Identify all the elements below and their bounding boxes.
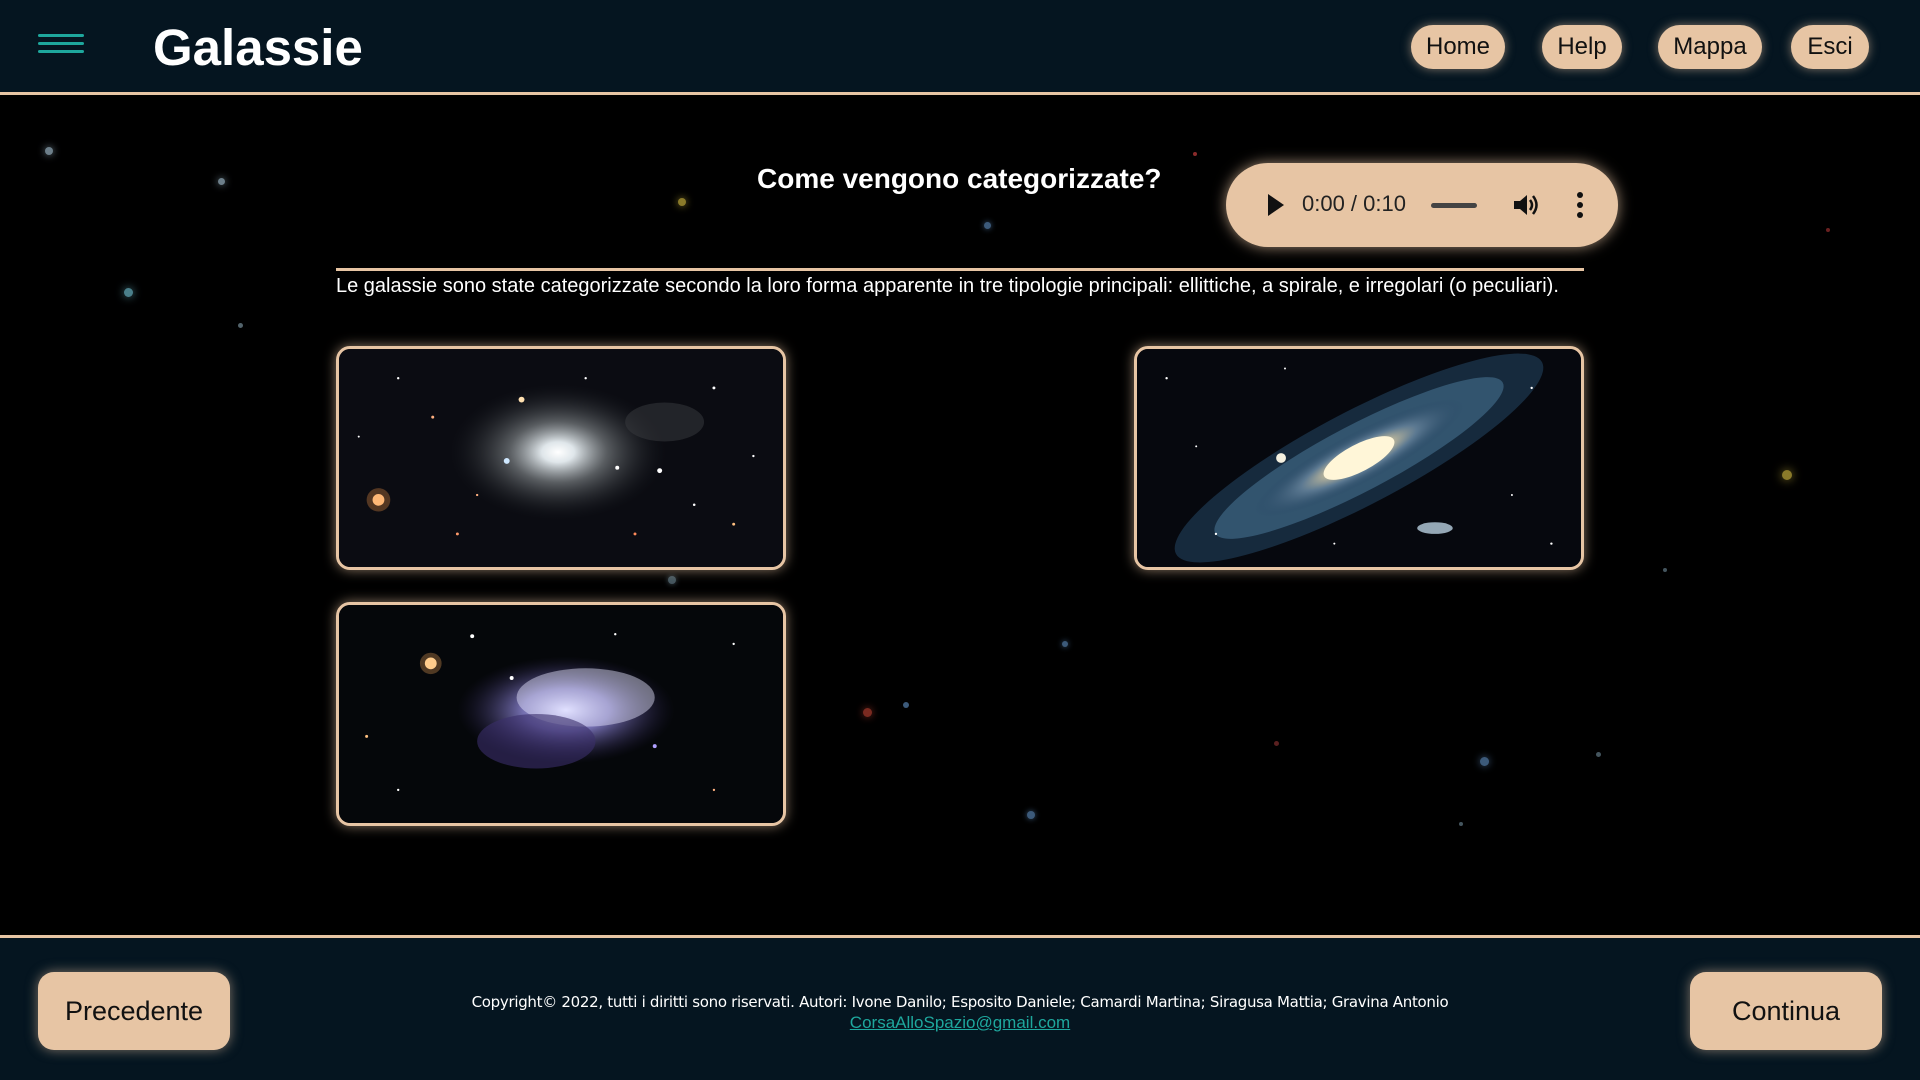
page-title: Galassie — [153, 19, 363, 76]
esci-button[interactable]: Esci — [1791, 25, 1869, 69]
volume-icon[interactable] — [1512, 192, 1540, 218]
help-button[interactable]: Help — [1542, 25, 1622, 69]
play-icon[interactable] — [1268, 194, 1284, 216]
home-button[interactable]: Home — [1411, 25, 1505, 69]
hamburger-menu-icon[interactable] — [38, 34, 84, 56]
intro-paragraph: Le galassie sono state categorizzate sec… — [336, 268, 1584, 298]
irregular-galaxy-image — [336, 602, 786, 826]
continue-button[interactable]: Continua — [1690, 972, 1882, 1050]
mappa-button[interactable]: Mappa — [1658, 25, 1762, 69]
footer-bar: Precedente Copyright© 2022, tutti i diri… — [0, 935, 1920, 1080]
previous-button[interactable]: Precedente — [38, 972, 230, 1050]
section-heading: Come vengono categorizzate? — [757, 163, 1162, 194]
audio-player: 0:00 / 0:10 — [1226, 163, 1618, 247]
audio-progress-slider[interactable] — [1431, 203, 1477, 208]
starfield-background — [0, 0, 1920, 1080]
elliptical-galaxy-image — [336, 346, 786, 570]
more-options-icon[interactable] — [1576, 192, 1584, 218]
top-bar: Galassie Home Help Mappa Esci — [0, 0, 1920, 95]
contact-email-link[interactable]: CorsaAlloSpazio@gmail.com — [0, 1013, 1920, 1033]
copyright-text: Copyright© 2022, tutti i diritti sono ri… — [471, 993, 1449, 1011]
spiral-galaxy-image — [1134, 346, 1584, 570]
audio-time: 0:00 / 0:10 — [1302, 191, 1406, 216]
